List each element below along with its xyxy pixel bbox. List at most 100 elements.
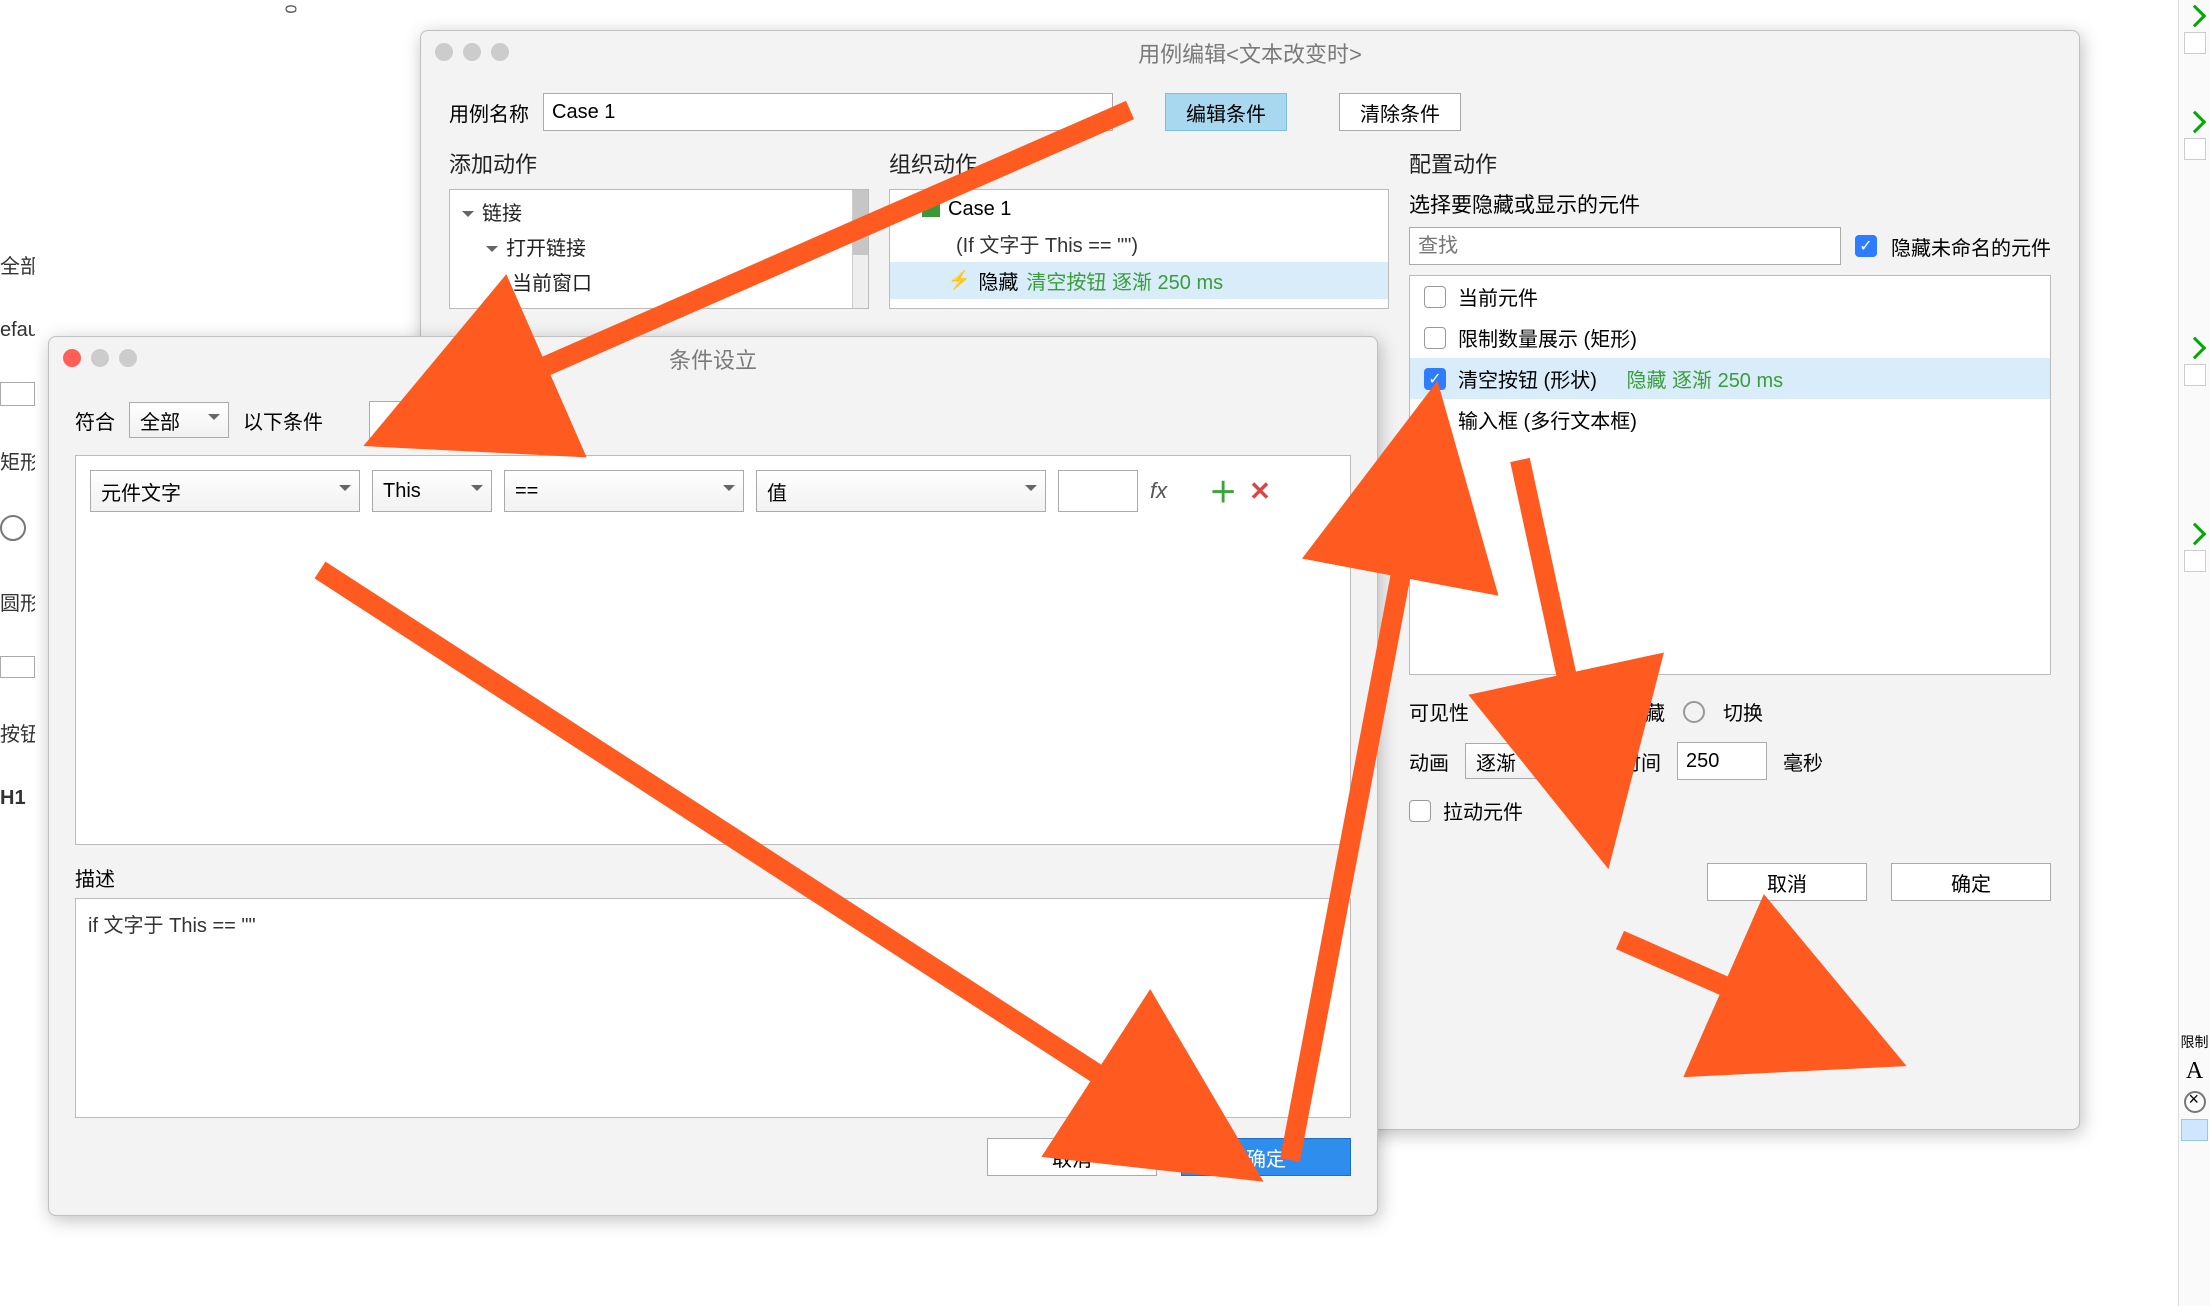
anim-label: 动画: [1409, 747, 1449, 776]
widget-list[interactable]: 当前元件 限制数量展示 (矩形) 清空按钮 (形状) 隐藏 逐渐 250 ms …: [1409, 275, 2051, 675]
checkbox[interactable]: [1424, 286, 1446, 308]
close-icon[interactable]: [435, 43, 453, 61]
fx-button[interactable]: fx: [1150, 478, 1167, 504]
anim-select[interactable]: 逐渐: [1465, 743, 1605, 779]
maximize-icon[interactable]: [119, 349, 137, 367]
titlebar[interactable]: 用例编辑<文本改变时>: [421, 31, 2079, 75]
cursor-icon[interactable]: [2183, 5, 2206, 28]
tool-square[interactable]: [2184, 32, 2206, 54]
organize-panel[interactable]: Case 1 (If 文字于 This == "") ⚡ 隐藏 清空按钮 逐渐 …: [889, 189, 1389, 309]
cancel-button[interactable]: 取消: [987, 1138, 1157, 1176]
tree-openlink[interactable]: 打开链接: [506, 232, 586, 261]
window-title: 用例编辑<文本改变时>: [1138, 37, 1362, 69]
drag-checkbox[interactable]: [1409, 800, 1431, 822]
anim-value: 逐渐: [1476, 747, 1516, 776]
tree-currentwindow[interactable]: 当前窗口: [512, 267, 592, 296]
cancel-button[interactable]: 取消: [1707, 863, 1867, 901]
widget-row: 清空按钮 (形状) 隐藏 逐渐 250 ms: [1410, 358, 2050, 399]
lib-swatch[interactable]: [0, 382, 35, 406]
limit-label: 限制: [2179, 1032, 2210, 1052]
remove-icon[interactable]: ✕: [1249, 476, 1271, 507]
field-value: 元件文字: [101, 477, 181, 506]
case-icon: [922, 203, 940, 217]
close-icon[interactable]: [63, 349, 81, 367]
checkbox[interactable]: [1424, 327, 1446, 349]
conditions-box: 元件文字 This == 值 fx ＋ ✕: [75, 455, 1351, 845]
chevron-down-icon[interactable]: [486, 246, 498, 258]
minimize-icon[interactable]: [463, 43, 481, 61]
widget-label[interactable]: 当前元件: [1458, 282, 1538, 311]
ruler: 0: [288, 0, 297, 18]
maximize-icon[interactable]: [491, 43, 509, 61]
chevron-down-icon[interactable]: [462, 211, 474, 223]
tool-square[interactable]: [2184, 138, 2206, 160]
target-value: This: [383, 480, 421, 503]
minimize-icon[interactable]: [91, 349, 109, 367]
case-node[interactable]: Case 1: [948, 198, 1011, 221]
target-select[interactable]: This: [372, 470, 492, 512]
lib-ellipse[interactable]: 圆形: [0, 587, 35, 616]
desc-text: if 文字于 This == "": [88, 915, 256, 937]
lib-rect[interactable]: 矩形1: [0, 446, 35, 475]
radio-show[interactable]: [1487, 701, 1509, 723]
valuetype-select[interactable]: 值: [756, 470, 1046, 512]
hide-label: 隐藏: [1625, 697, 1665, 726]
ok-button[interactable]: 确定: [1181, 1138, 1351, 1176]
edit-condition-button[interactable]: 编辑条件: [1165, 93, 1287, 131]
match-label: 符合: [75, 406, 115, 435]
checkbox[interactable]: [1424, 409, 1446, 431]
right-sidebar: 限制 A: [2178, 0, 2210, 1306]
cursor-icon[interactable]: [2183, 523, 2206, 546]
field-select[interactable]: 元件文字: [90, 470, 360, 512]
time-unit: 毫秒: [1783, 747, 1823, 776]
widget-label[interactable]: 清空按钮 (形状): [1458, 364, 1597, 393]
radio-toggle[interactable]: [1683, 701, 1705, 723]
action-tree[interactable]: 链接 打开链接 当前窗口: [449, 189, 869, 309]
tool-square[interactable]: [2184, 550, 2206, 572]
visibility-label: 可见性: [1409, 697, 1469, 726]
action-target[interactable]: 清空按钮 逐渐 250 ms: [1026, 266, 1223, 295]
cursor-icon[interactable]: [2183, 337, 2206, 360]
desc-box[interactable]: if 文字于 This == "": [75, 898, 1351, 1118]
clear-all-button[interactable]: 清除全部: [369, 401, 491, 439]
lib-h1[interactable]: H1: [0, 787, 35, 810]
titlebar[interactable]: 条件设立: [49, 337, 1377, 381]
match-value: 全部: [140, 406, 180, 435]
hide-unnamed-checkbox[interactable]: [1855, 235, 1877, 257]
widget-label[interactable]: 输入框 (多行文本框): [1458, 405, 1637, 434]
ruler-zero: 0: [283, 5, 301, 14]
clear-style-icon[interactable]: [2184, 1091, 2206, 1113]
configure-action-label: 配置动作: [1409, 147, 2051, 179]
widget-row: 限制数量展示 (矩形): [1410, 317, 2050, 358]
ok-button[interactable]: 确定: [1891, 863, 2051, 901]
add-icon[interactable]: ＋: [1209, 471, 1237, 511]
lib-button[interactable]: 按钮: [0, 718, 35, 747]
fill-swatch[interactable]: [2181, 1119, 2208, 1141]
letter-a-icon[interactable]: A: [2179, 1058, 2210, 1085]
tool-square[interactable]: [2184, 364, 2206, 386]
scrollbar[interactable]: [852, 190, 868, 308]
match-select[interactable]: 全部: [129, 402, 229, 438]
chevron-down-icon[interactable]: [902, 209, 914, 221]
radio-hide[interactable]: [1585, 701, 1607, 723]
clear-condition-button[interactable]: 清除条件: [1339, 93, 1461, 131]
toggle-label: 切换: [1723, 697, 1763, 726]
condition-text: (If 文字于 This == ""): [890, 225, 1388, 262]
widget-label[interactable]: 限制数量展示 (矩形): [1458, 323, 1637, 352]
tree-link[interactable]: 链接: [482, 197, 522, 226]
lib-button-swatch[interactable]: [0, 656, 35, 678]
lib-default[interactable]: efaul: [0, 319, 35, 342]
drag-label: 拉动元件: [1443, 796, 1523, 825]
operator-select[interactable]: ==: [504, 470, 744, 512]
value-input[interactable]: [1058, 470, 1138, 512]
operator-value: ==: [515, 480, 538, 503]
left-sidebar: 全部 efaul 矩形1 圆形 按钮 H1: [0, 250, 35, 950]
condition-window: 条件设立 符合 全部 以下条件 清除全部 元件文字 This == 值 fx ＋…: [48, 336, 1378, 1216]
case-name-input[interactable]: [543, 93, 1113, 131]
lib-all[interactable]: 全部: [0, 250, 35, 279]
cursor-icon[interactable]: [2183, 111, 2206, 134]
time-input[interactable]: [1677, 742, 1767, 780]
match-suffix: 以下条件: [243, 406, 323, 435]
checkbox[interactable]: [1424, 368, 1446, 390]
search-input[interactable]: [1409, 227, 1841, 265]
